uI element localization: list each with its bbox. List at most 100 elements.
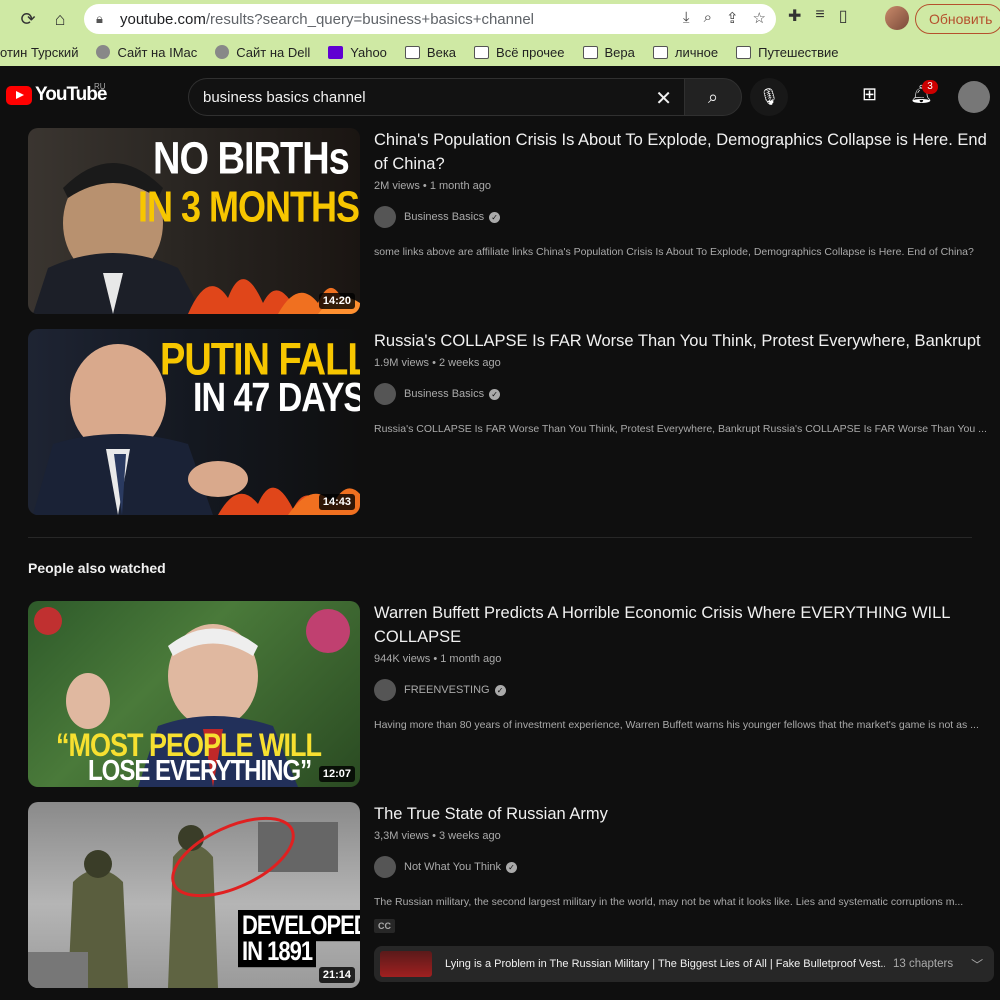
yahoo-icon: [328, 45, 344, 59]
globe-icon: [215, 45, 230, 59]
thumbnail-headline-2: IN 1891: [238, 936, 317, 968]
video-thumbnail[interactable]: DEVELOPED IN 1891 21:14: [28, 802, 360, 988]
channel-name[interactable]: FREENVESTING: [404, 684, 490, 696]
bookmark-item[interactable]: Сайт на IMac: [96, 45, 197, 60]
video-thumbnail[interactable]: NO BIRTHs IN 3 MONTHS 14:20: [28, 128, 360, 314]
video-duration: 21:14: [318, 967, 355, 983]
video-duration: 12:07: [318, 766, 355, 782]
clear-search-icon[interactable]: ✕: [655, 86, 672, 111]
channel-avatar[interactable]: [374, 856, 396, 878]
side-panel-icon[interactable]: ▯: [839, 6, 848, 26]
search-icon: ⌕: [707, 86, 719, 107]
channel-avatar[interactable]: [374, 206, 396, 228]
video-result[interactable]: DEVELOPED IN 1891 21:14 The True State o…: [28, 802, 998, 990]
bookmark-label: Yahoo: [350, 44, 387, 60]
bookmark-label: Всё прочее: [496, 44, 565, 60]
channel-link[interactable]: FREENVESTING ✓: [374, 679, 994, 701]
video-info: The True State of Russian Army 3,3M view…: [374, 802, 994, 934]
search-input[interactable]: business basics channel ✕: [188, 78, 686, 116]
account-avatar[interactable]: [958, 81, 990, 113]
chapter-title: Lying is a Problem in The Russian Milita…: [445, 958, 885, 970]
cc-badge: CC: [374, 919, 395, 933]
update-button[interactable]: Обновить: [915, 4, 1000, 34]
share-icon[interactable]: ⇪: [726, 9, 739, 27]
chevron-down-icon[interactable]: ﹀: [971, 956, 983, 973]
video-description: Having more than 80 years of investment …: [374, 719, 979, 731]
channel-name[interactable]: Business Basics: [404, 211, 484, 223]
star-icon[interactable]: ☆: [753, 9, 766, 27]
search-button[interactable]: ⌕: [684, 78, 742, 116]
create-video-icon[interactable]: ⊞: [862, 84, 877, 105]
video-thumbnail[interactable]: PUTIN FALL IN 47 DAYS 14:43: [28, 329, 360, 515]
reload-icon[interactable]: ⟳: [13, 4, 43, 34]
bookmark-folder[interactable]: Вера: [582, 44, 635, 60]
bookmark-label: Сайт на Dell: [236, 44, 311, 60]
channel-avatar[interactable]: [374, 679, 396, 701]
video-meta: 2M views • 1 month ago: [374, 180, 491, 192]
search-query: business basics channel: [203, 88, 366, 106]
voice-search-button[interactable]: 🎙︎: [750, 78, 788, 116]
bookmark-folder[interactable]: Века: [404, 44, 457, 60]
video-description: The Russian military, the second largest…: [374, 896, 964, 908]
country-code: RU: [94, 82, 106, 91]
video-result[interactable]: “MOST PEOPLE WILL LOSE EVERYTHING” 12:07…: [28, 601, 998, 789]
bookmark-item[interactable]: Yahoo: [328, 45, 387, 60]
home-icon[interactable]: ⌂: [45, 4, 75, 34]
verified-icon: ✓: [489, 211, 501, 223]
video-result[interactable]: PUTIN FALL IN 47 DAYS 14:43 Russia's COL…: [28, 329, 998, 517]
video-title[interactable]: The True State of Russian Army: [374, 802, 994, 826]
verified-icon: ✓: [494, 684, 506, 696]
thumbnail-headline-2: LOSE EVERYTHING”: [88, 755, 312, 787]
channel-link[interactable]: Not What You Think ✓: [374, 856, 994, 878]
bookmark-folder[interactable]: личное: [652, 45, 718, 60]
video-info: Russia's COLLAPSE Is FAR Worse Than You …: [374, 329, 994, 438]
channel-avatar[interactable]: [374, 383, 396, 405]
video-thumbnail[interactable]: “MOST PEOPLE WILL LOSE EVERYTHING” 12:07: [28, 601, 360, 787]
bookmark-item[interactable]: Сайт на Dell: [215, 45, 310, 60]
folder-icon: [404, 45, 420, 59]
notification-badge: 3: [922, 80, 938, 94]
bookmark-folder[interactable]: Всё прочее: [474, 44, 565, 60]
folder-icon: [582, 45, 598, 59]
video-result[interactable]: NO BIRTHs IN 3 MONTHS 14:20 China's Popu…: [28, 128, 998, 316]
install-icon[interactable]: ⤓: [683, 9, 690, 27]
url-text: youtube.com/results?search_query=busines…: [120, 10, 535, 28]
profile-avatar[interactable]: [885, 6, 909, 30]
video-title[interactable]: Warren Buffett Predicts A Horrible Econo…: [374, 601, 994, 649]
address-bar[interactable]: 🔒︎ youtube.com/results?search_query=busi…: [84, 4, 776, 34]
verified-icon: ✓: [506, 861, 518, 873]
thumbnail-headline-2: IN 3 MONTHS: [138, 182, 360, 232]
video-info: China's Population Crisis Is About To Ex…: [374, 128, 994, 261]
folder-icon: [652, 45, 668, 59]
extensions-icon[interactable]: ✚: [788, 6, 801, 26]
bookmark-item[interactable]: отин Турский: [0, 45, 78, 60]
channel-name[interactable]: Not What You Think: [404, 861, 501, 873]
chapters-bar[interactable]: Lying is a Problem in The Russian Milita…: [374, 946, 994, 982]
youtube-header: YouTube RU business basics channel ✕ ⌕ 🎙…: [0, 70, 1000, 124]
channel-link[interactable]: Business Basics ✓: [374, 206, 994, 228]
bookmark-label: Вера: [604, 44, 635, 60]
video-description: some links above are affiliate links Chi…: [374, 246, 974, 258]
youtube-logo[interactable]: YouTube RU: [6, 82, 107, 106]
video-title[interactable]: China's Population Crisis Is About To Ex…: [374, 128, 994, 176]
zoom-icon[interactable]: ⌕: [704, 9, 712, 27]
channel-link[interactable]: Business Basics ✓: [374, 383, 994, 405]
video-duration: 14:43: [318, 494, 355, 510]
video-meta: 1.9M views • 2 weeks ago: [374, 357, 501, 369]
channel-name[interactable]: Business Basics: [404, 388, 484, 400]
verified-icon: ✓: [489, 388, 501, 400]
video-description: Russia's COLLAPSE Is FAR Worse Than You …: [374, 423, 987, 435]
bookmark-label: Сайт на IMac: [117, 44, 198, 60]
bookmark-folder[interactable]: Путешествие: [736, 45, 839, 60]
folder-icon: [474, 45, 490, 59]
bookmark-label: отин Турский: [0, 44, 79, 60]
chapter-thumbnail: [380, 951, 432, 977]
video-info: Warren Buffett Predicts A Horrible Econo…: [374, 601, 994, 734]
section-title: People also watched: [28, 560, 166, 576]
lock-icon: 🔒︎: [96, 11, 103, 26]
mic-icon: 🎙︎: [758, 89, 780, 106]
video-title[interactable]: Russia's COLLAPSE Is FAR Worse Than You …: [374, 329, 994, 353]
reading-list-icon[interactable]: ≡: [815, 6, 824, 26]
bookmark-label: Века: [426, 44, 457, 60]
video-meta: 944K views • 1 month ago: [374, 653, 502, 665]
